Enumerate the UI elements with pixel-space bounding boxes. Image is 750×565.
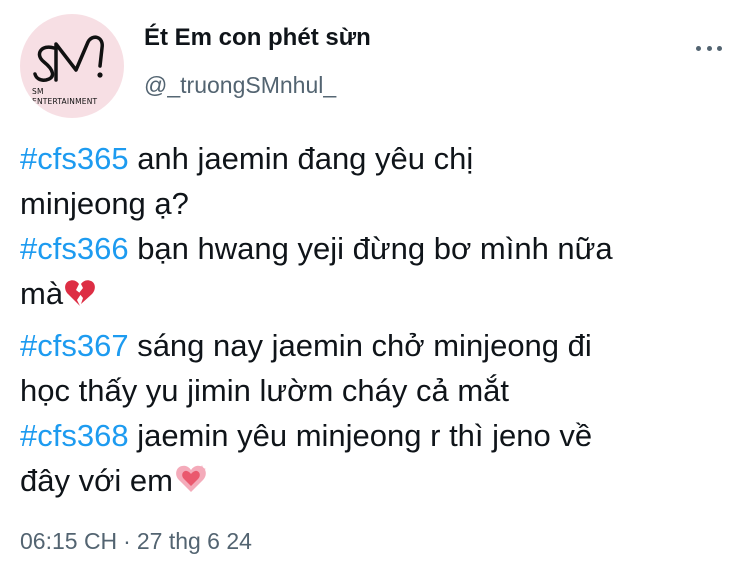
user-handle[interactable]: @_truongSMnhul_ <box>144 72 336 99</box>
tweet-line-text: học thấy yu jimin lườm cháy cả mắt <box>20 373 510 408</box>
tweet-line: đây với em <box>20 458 744 503</box>
tweet-timestamp[interactable]: 06:15 CH · 27 thg 6 24 <box>20 528 252 555</box>
hashtag-link[interactable]: #cfs366 <box>20 231 129 266</box>
more-options-button[interactable] <box>692 36 726 60</box>
tweet-line-text: đây với em <box>20 463 173 498</box>
tweet-line-text: mà <box>20 276 64 311</box>
tweet-line-text: bạn hwang yeji đừng bơ mình nữa <box>128 231 613 266</box>
tweet-line: #cfs368 jaemin yêu minjeong r thì jeno v… <box>20 413 744 458</box>
tweet-line: mà <box>20 271 744 316</box>
tweet-line: #cfs367 sáng nay jaemin chở minjeong đi <box>20 323 744 368</box>
tweet-line: #cfs365 anh jaemin đang yêu chị <box>20 136 744 181</box>
avatar[interactable]: SM ENTERTAINMENT <box>20 14 124 118</box>
tweet-line: #cfs366 bạn hwang yeji đừng bơ mình nữa <box>20 226 744 271</box>
avatar-caption-line1: SM <box>32 87 44 96</box>
hashtag-link[interactable]: #cfs368 <box>20 418 129 453</box>
display-name[interactable]: Ét Em con phét sừn <box>144 24 371 52</box>
avatar-caption: SM ENTERTAINMENT <box>32 87 97 107</box>
tweet-time: 06:15 CH <box>20 528 118 554</box>
broken-heart-icon <box>65 280 95 306</box>
tweet-line-text: sáng nay jaemin chở minjeong đi <box>128 328 592 363</box>
more-horizontal-icon <box>696 45 701 51</box>
meta-separator: · <box>123 528 131 554</box>
tweet-line: minjeong ạ? <box>20 181 744 226</box>
tweet-date: 27 thg 6 24 <box>136 528 252 554</box>
avatar-caption-line2: ENTERTAINMENT <box>32 97 98 106</box>
hashtag-link[interactable]: #cfs365 <box>20 141 129 176</box>
sparkling-heart-icon <box>176 465 206 492</box>
tweet-line: học thấy yu jimin lườm cháy cả mắt <box>20 368 744 413</box>
tweet-text: #cfs365 anh jaemin đang yêu chị minjeong… <box>20 136 744 503</box>
hashtag-link[interactable]: #cfs367 <box>20 328 129 363</box>
tweet-line-text: minjeong ạ? <box>20 186 189 221</box>
tweet-line-text: anh jaemin đang yêu chị <box>128 141 474 176</box>
tweet-line-text: jaemin yêu minjeong r thì jeno về <box>128 418 593 453</box>
